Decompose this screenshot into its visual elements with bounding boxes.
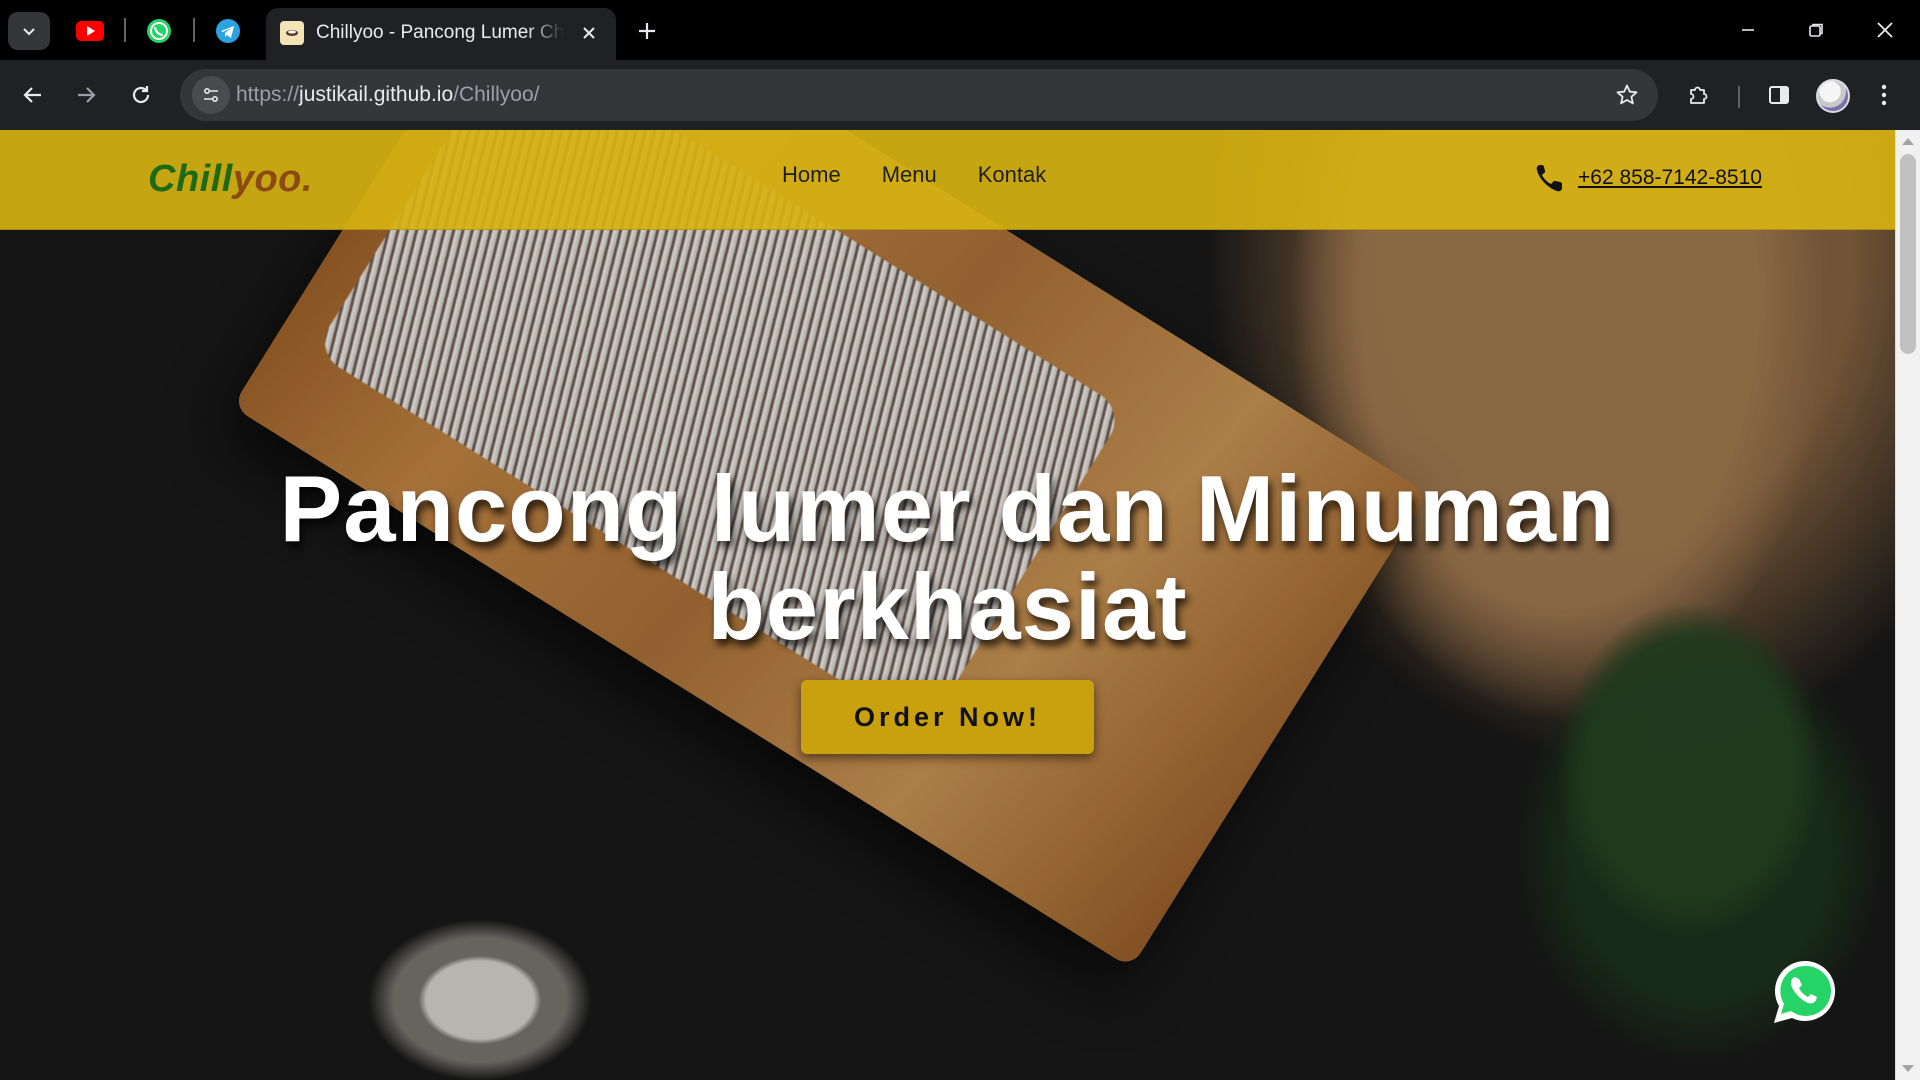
reload-icon: [132, 86, 150, 104]
menu-button[interactable]: [1863, 74, 1905, 116]
site-logo[interactable]: Chillyoo.: [148, 158, 313, 201]
close-icon: [1877, 22, 1893, 38]
restore-icon: [1809, 23, 1823, 37]
scroll-up-arrow[interactable]: [1902, 138, 1914, 145]
minimize-button[interactable]: [1718, 8, 1778, 52]
close-icon: [583, 27, 595, 39]
restore-button[interactable]: [1786, 8, 1846, 52]
pinned-tab-telegram[interactable]: [208, 14, 248, 48]
pinned-tab-whatsapp[interactable]: [139, 14, 179, 48]
nav-link-kontak[interactable]: Kontak: [978, 162, 1047, 188]
main-nav: Home Menu Kontak: [782, 162, 1046, 188]
whatsapp-float-button[interactable]: [1768, 955, 1842, 1029]
whatsapp-icon: [1774, 960, 1836, 1023]
browser-tab-strip: Chillyoo - Pancong Lumer Chillyoo: [0, 0, 1920, 60]
telegram-icon: [216, 19, 240, 43]
toolbar-divider: [1738, 86, 1740, 108]
browser-toolbar: https://justikail.github.io/Chillyoo/: [0, 60, 1920, 130]
whatsapp-icon: [147, 19, 171, 43]
puzzle-icon: [1690, 86, 1708, 104]
close-window-button[interactable]: [1855, 8, 1915, 52]
phone-icon: [1536, 165, 1562, 192]
active-tab[interactable]: Chillyoo - Pancong Lumer Chillyoo: [266, 8, 616, 60]
tune-icon: [203, 87, 219, 103]
order-now-button[interactable]: Order Now!: [801, 680, 1094, 754]
arrow-right-icon: [78, 87, 96, 103]
star-icon: [1616, 84, 1638, 105]
back-button[interactable]: [12, 74, 54, 116]
url-text[interactable]: https://justikail.github.io/Chillyoo/: [236, 83, 540, 107]
scrollbar-thumb[interactable]: [1900, 154, 1916, 354]
close-tab-button[interactable]: [576, 20, 602, 46]
page-viewport: Chillyoo. Home Menu Kontak +62 858-7142-…: [0, 130, 1895, 1080]
arrow-left-icon: [23, 87, 41, 103]
phone-link[interactable]: +62 858-7142-8510: [1578, 166, 1762, 190]
new-tab-button[interactable]: [630, 14, 664, 48]
extensions-button[interactable]: [1678, 74, 1720, 116]
forward-button[interactable]: [65, 74, 107, 116]
site-header: Chillyoo. Home Menu Kontak +62 858-7142-…: [0, 130, 1895, 230]
pinned-tab-youtube[interactable]: [70, 14, 110, 48]
side-panel-button[interactable]: [1758, 74, 1800, 116]
phone-contact: +62 858-7142-8510: [1534, 162, 1762, 194]
plus-icon: [639, 23, 655, 39]
side-panel-icon: [1769, 86, 1789, 104]
chevron-down-icon: [23, 28, 35, 36]
youtube-icon: [76, 21, 104, 41]
address-bar[interactable]: https://justikail.github.io/Chillyoo/: [180, 69, 1658, 121]
tab-title: Chillyoo - Pancong Lumer Chillyoo: [316, 22, 564, 43]
reload-button[interactable]: [120, 74, 162, 116]
site-favicon: [280, 21, 304, 45]
minimize-icon: [1742, 29, 1754, 31]
tab-search-button[interactable]: [8, 12, 50, 50]
hero-title: Pancong lumer dan Minuman berkhasiat: [279, 456, 1616, 659]
more-vert-icon: [1881, 84, 1887, 106]
nav-link-home[interactable]: Home: [782, 162, 841, 188]
scroll-down-arrow[interactable]: [1902, 1065, 1914, 1072]
page-scrollbar[interactable]: [1895, 130, 1920, 1080]
nav-link-menu[interactable]: Menu: [882, 162, 937, 188]
bookmark-button[interactable]: [1610, 78, 1644, 112]
site-info-button[interactable]: [192, 76, 230, 114]
profile-avatar[interactable]: [1816, 79, 1850, 113]
